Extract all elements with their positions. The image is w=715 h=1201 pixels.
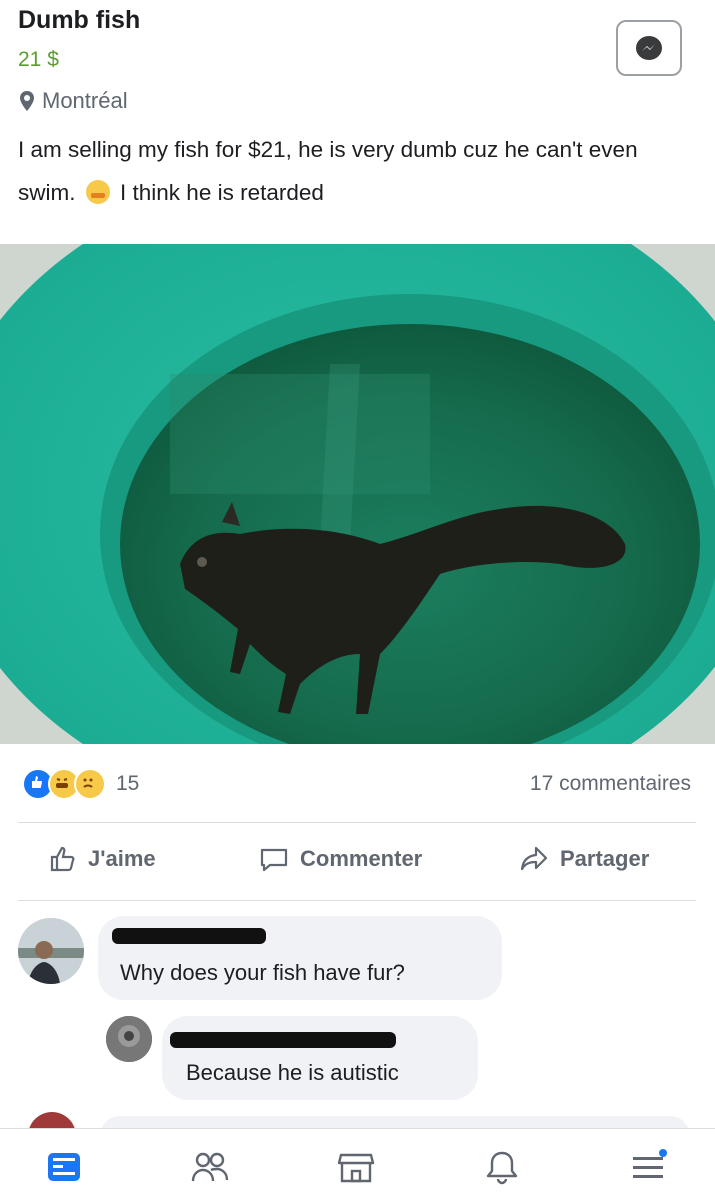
thumbs-up-icon	[50, 846, 75, 872]
listing-location: Montréal	[18, 88, 128, 114]
description-text-2: I think he is retarded	[120, 180, 324, 205]
share-label: Partager	[560, 846, 650, 871]
reply-bubble: Because he is autistic	[162, 1016, 478, 1100]
nav-marketplace[interactable]	[332, 1143, 380, 1191]
bottom-navigation	[0, 1128, 715, 1201]
comment-button[interactable]: Commenter	[258, 844, 422, 874]
listing-header: Dumb fish 21 $ Montréal I am selling my …	[0, 0, 715, 240]
comment-label: Commenter	[300, 846, 423, 871]
comments-count-link[interactable]: 17 commentaires	[530, 772, 691, 796]
tired-face-emoji-icon	[85, 180, 110, 204]
location-text: Montréal	[42, 88, 128, 113]
description-text-1: I am selling my fish for $21, he is very…	[18, 137, 638, 205]
post-actions: J'aime Commenter Partager	[0, 826, 715, 898]
nav-friends[interactable]	[186, 1143, 234, 1191]
bell-icon	[486, 1151, 518, 1185]
share-button[interactable]: Partager	[518, 844, 649, 874]
avatar[interactable]	[18, 918, 84, 984]
reply-text: Because he is autistic	[186, 1060, 399, 1085]
comment-text: Why does your fish have fur?	[120, 960, 405, 985]
like-button[interactable]: J'aime	[48, 844, 156, 874]
messenger-icon	[636, 36, 662, 60]
divider	[18, 822, 696, 823]
listing-price: 21 $	[18, 48, 59, 71]
listing-description: I am selling my fish for $21, he is very…	[18, 128, 678, 214]
divider	[18, 900, 696, 901]
like-label: J'aime	[88, 846, 156, 871]
sad-reaction-icon	[74, 768, 106, 800]
reaction-summary[interactable]: 15 17 commentaires	[0, 758, 715, 812]
avatar[interactable]	[106, 1016, 152, 1062]
feed-icon	[48, 1153, 80, 1181]
nav-menu[interactable]	[624, 1143, 672, 1191]
nav-feed[interactable]	[40, 1143, 88, 1191]
location-pin-icon	[20, 91, 34, 111]
listing-photo[interactable]	[0, 244, 715, 744]
menu-icon	[633, 1149, 667, 1178]
listing-title: Dumb fish	[18, 6, 141, 34]
share-icon	[520, 846, 548, 871]
comment-icon	[260, 848, 288, 872]
marketplace-icon	[337, 1153, 375, 1183]
nav-notifications[interactable]	[478, 1143, 526, 1191]
redacted-name	[170, 1032, 396, 1048]
squirrel-in-bucket-image	[0, 244, 715, 744]
messenger-button[interactable]	[616, 20, 682, 76]
redacted-name	[112, 928, 266, 944]
friends-icon	[191, 1152, 229, 1182]
comment-bubble: Why does your fish have fur?	[98, 916, 502, 1000]
reaction-count: 15	[116, 772, 140, 795]
